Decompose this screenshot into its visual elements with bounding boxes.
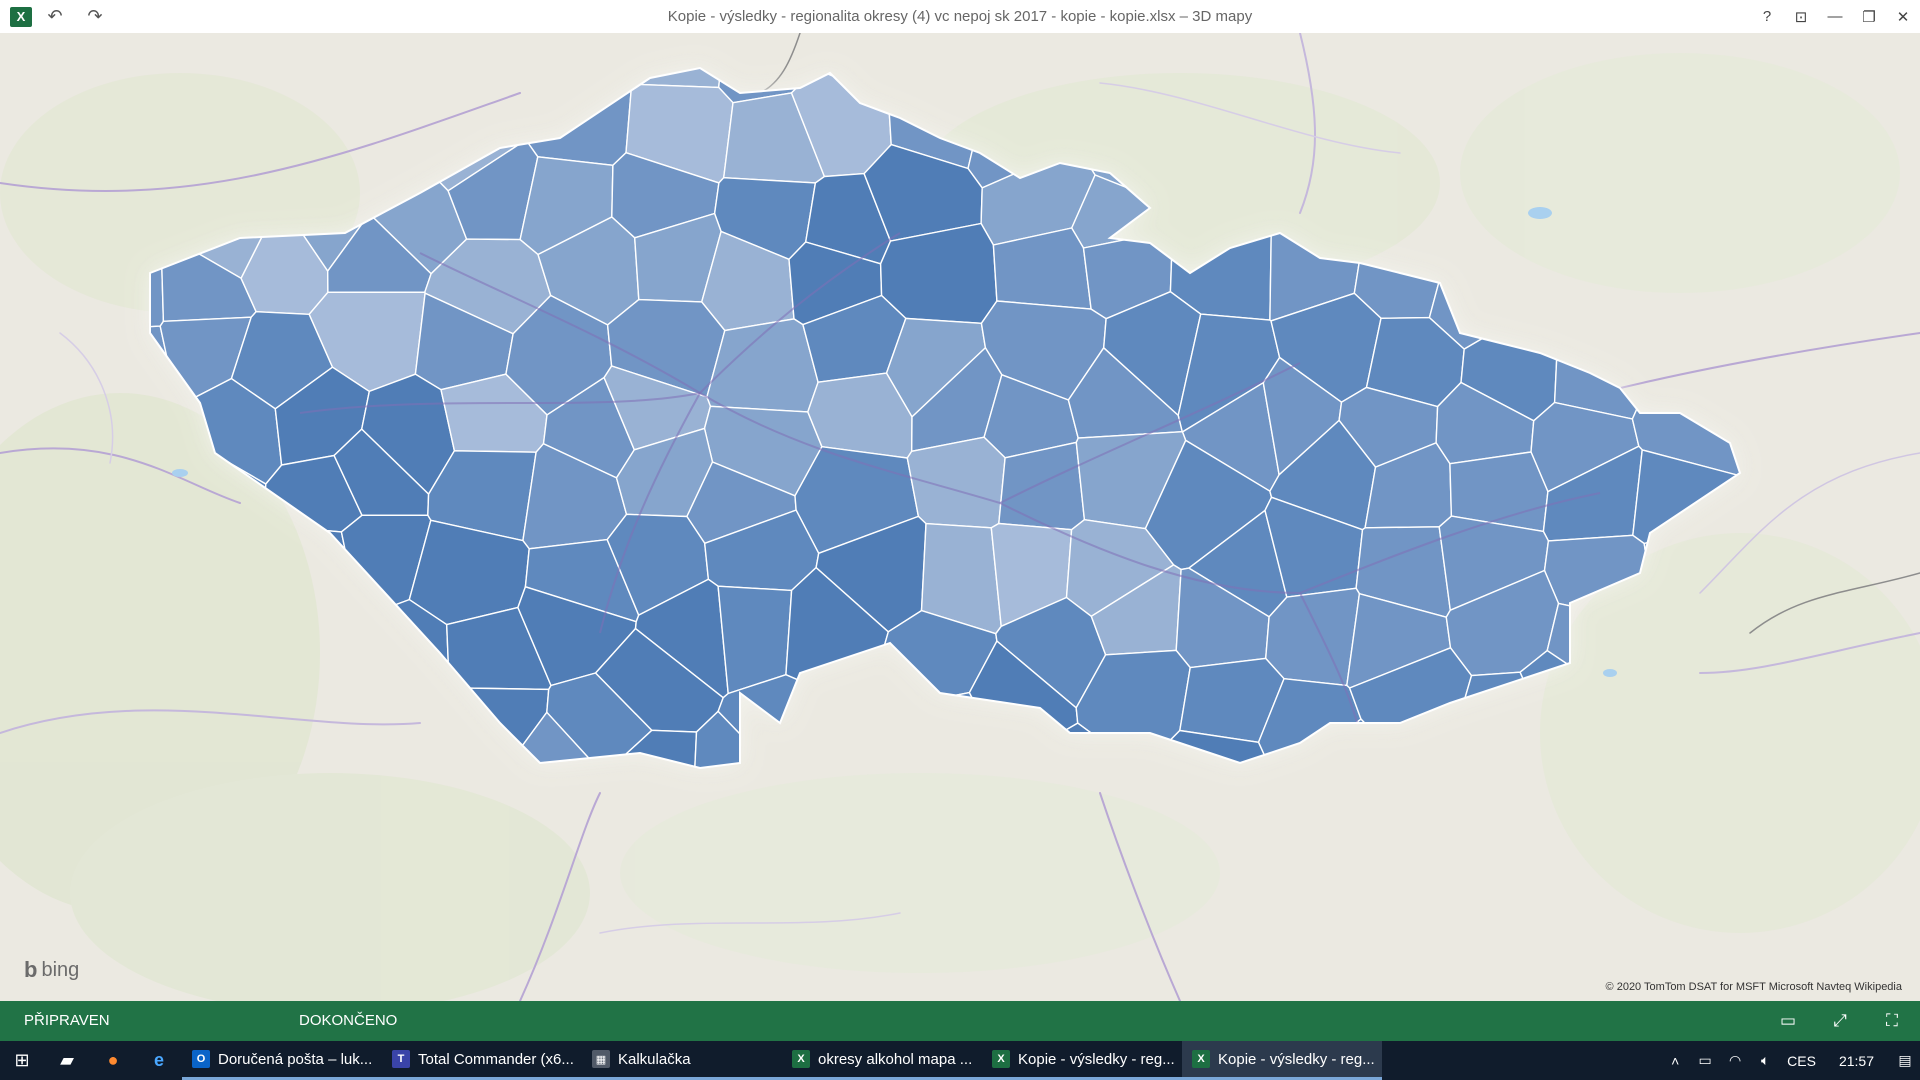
excel-icon: X (792, 1050, 810, 1068)
excel-icon[interactable]: X (10, 6, 32, 27)
undo-icon: ↶ (47, 6, 63, 26)
chevron-up-icon: ˄ (1671, 1052, 1680, 1069)
outlook-icon: O (192, 1050, 210, 1068)
internet-explorer-button[interactable]: e (136, 1041, 182, 1080)
restore-button[interactable]: ❐ (1852, 0, 1886, 33)
help-button[interactable]: ? (1750, 0, 1784, 33)
window-title: Kopie - výsledky - regionalita okresy (4… (667, 8, 1253, 25)
fullscreen-button[interactable]: ⛶ (1876, 1005, 1908, 1037)
status-done: DOKONČENO (299, 1012, 398, 1029)
windows-icon: ⊞ (14, 1050, 30, 1070)
ribbon-display-icon: ⊡ (1794, 8, 1808, 26)
wifi-icon: ◠ (1729, 1052, 1742, 1068)
map-svg[interactable] (0, 33, 1920, 1001)
excel-icon: X (1192, 1050, 1210, 1068)
speaker-icon: 🔈︎ (1760, 1052, 1770, 1068)
folder-icon: ▰ (60, 1050, 74, 1070)
language-indicator[interactable]: CES (1780, 1041, 1823, 1080)
system-tray: ˄ ▭ ◠ 🔈︎ CES 21:57 ▤ (1660, 1041, 1920, 1080)
notification-icon: ▤ (1898, 1052, 1912, 1068)
battery-button[interactable]: ▭ (1690, 1041, 1720, 1080)
calculator-icon: ▦ (592, 1050, 610, 1068)
total-commander-icon: T (392, 1050, 410, 1068)
status-bar: PŘIPRAVEN DOKONČENO ▭ ⤢ ⛶ (0, 1001, 1920, 1041)
internet-explorer-icon: e (153, 1050, 164, 1070)
taskbar-item-calculator[interactable]: ▦ Kalkulačka (582, 1041, 782, 1080)
taskbar-item-label: Kopie - výsledky - reg... (1018, 1050, 1175, 1068)
district-region[interactable] (906, 436, 1006, 529)
ribbon-display-button[interactable]: ⊡ (1784, 0, 1818, 33)
action-center-button[interactable]: ▤ (1890, 1041, 1920, 1080)
taskbar-item-excel-2[interactable]: X Kopie - výsledky - reg... (982, 1041, 1182, 1080)
taskbar-item-label: Kalkulačka (618, 1050, 691, 1068)
minimize-button[interactable]: — (1818, 0, 1852, 33)
clock[interactable]: 21:57 (1823, 1041, 1890, 1080)
close-button[interactable]: ✕ (1886, 0, 1920, 33)
excel-icon: X (992, 1050, 1010, 1068)
redo-button[interactable]: ↷ (78, 2, 112, 32)
tour-editor-button[interactable]: ▭ (1772, 1005, 1804, 1037)
restore-icon: ❐ (1862, 8, 1876, 26)
bing-logo: b bing (24, 957, 79, 983)
fullscreen-icon: ⛶ (1886, 1011, 1898, 1030)
firefox-button[interactable]: ● (90, 1041, 136, 1080)
map-canvas[interactable]: b bing © 2020 TomTom DSAT for MSFT Micro… (0, 33, 1920, 1001)
close-icon: ✕ (1896, 8, 1910, 26)
file-explorer-button[interactable]: ▰ (44, 1041, 90, 1080)
windows-taskbar: ⊞ ▰ ● e O Doručená pošta – luk... T Tota… (0, 1041, 1920, 1080)
status-ready: PŘIPRAVEN (24, 1012, 110, 1029)
taskbar-item-outlook[interactable]: O Doručená pošta – luk... (182, 1041, 382, 1080)
undo-button[interactable]: ↶ (38, 2, 72, 32)
scene-view-button[interactable]: ⤢ (1824, 1005, 1856, 1037)
redo-icon: ↷ (87, 6, 103, 26)
taskbar-item-label: Kopie - výsledky - reg... (1218, 1050, 1375, 1068)
taskbar-item-label: Doručená pošta – luk... (218, 1050, 373, 1068)
taskbar-item-label: okresy alkohol mapa ... (818, 1050, 973, 1068)
show-hidden-icons-button[interactable]: ˄ (1660, 1041, 1690, 1080)
bing-icon: b (24, 957, 38, 982)
title-bar: X ↶ ↷ Kopie - výsledky - regionalita okr… (0, 0, 1920, 33)
map-attribution: © 2020 TomTom DSAT for MSFT Microsoft Na… (1605, 981, 1902, 993)
taskbar-item-label: Total Commander (x6... (418, 1050, 574, 1068)
volume-button[interactable]: 🔈︎ (1750, 1041, 1780, 1080)
taskbar-item-total-commander[interactable]: T Total Commander (x6... (382, 1041, 582, 1080)
network-button[interactable]: ◠ (1720, 1041, 1750, 1080)
firefox-icon: ● (107, 1050, 119, 1070)
taskbar-item-excel-1[interactable]: X okresy alkohol mapa ... (782, 1041, 982, 1080)
minimize-icon: — (1827, 8, 1843, 25)
tour-editor-icon: ▭ (1779, 1011, 1797, 1030)
taskbar-item-excel-3[interactable]: X Kopie - výsledky - reg... (1182, 1041, 1382, 1080)
start-button[interactable]: ⊞ (0, 1041, 44, 1080)
district-region[interactable] (706, 318, 819, 413)
battery-icon: ▭ (1698, 1052, 1712, 1068)
fit-scene-icon: ⤢ (1833, 1011, 1847, 1030)
bing-label: bing (41, 958, 80, 981)
